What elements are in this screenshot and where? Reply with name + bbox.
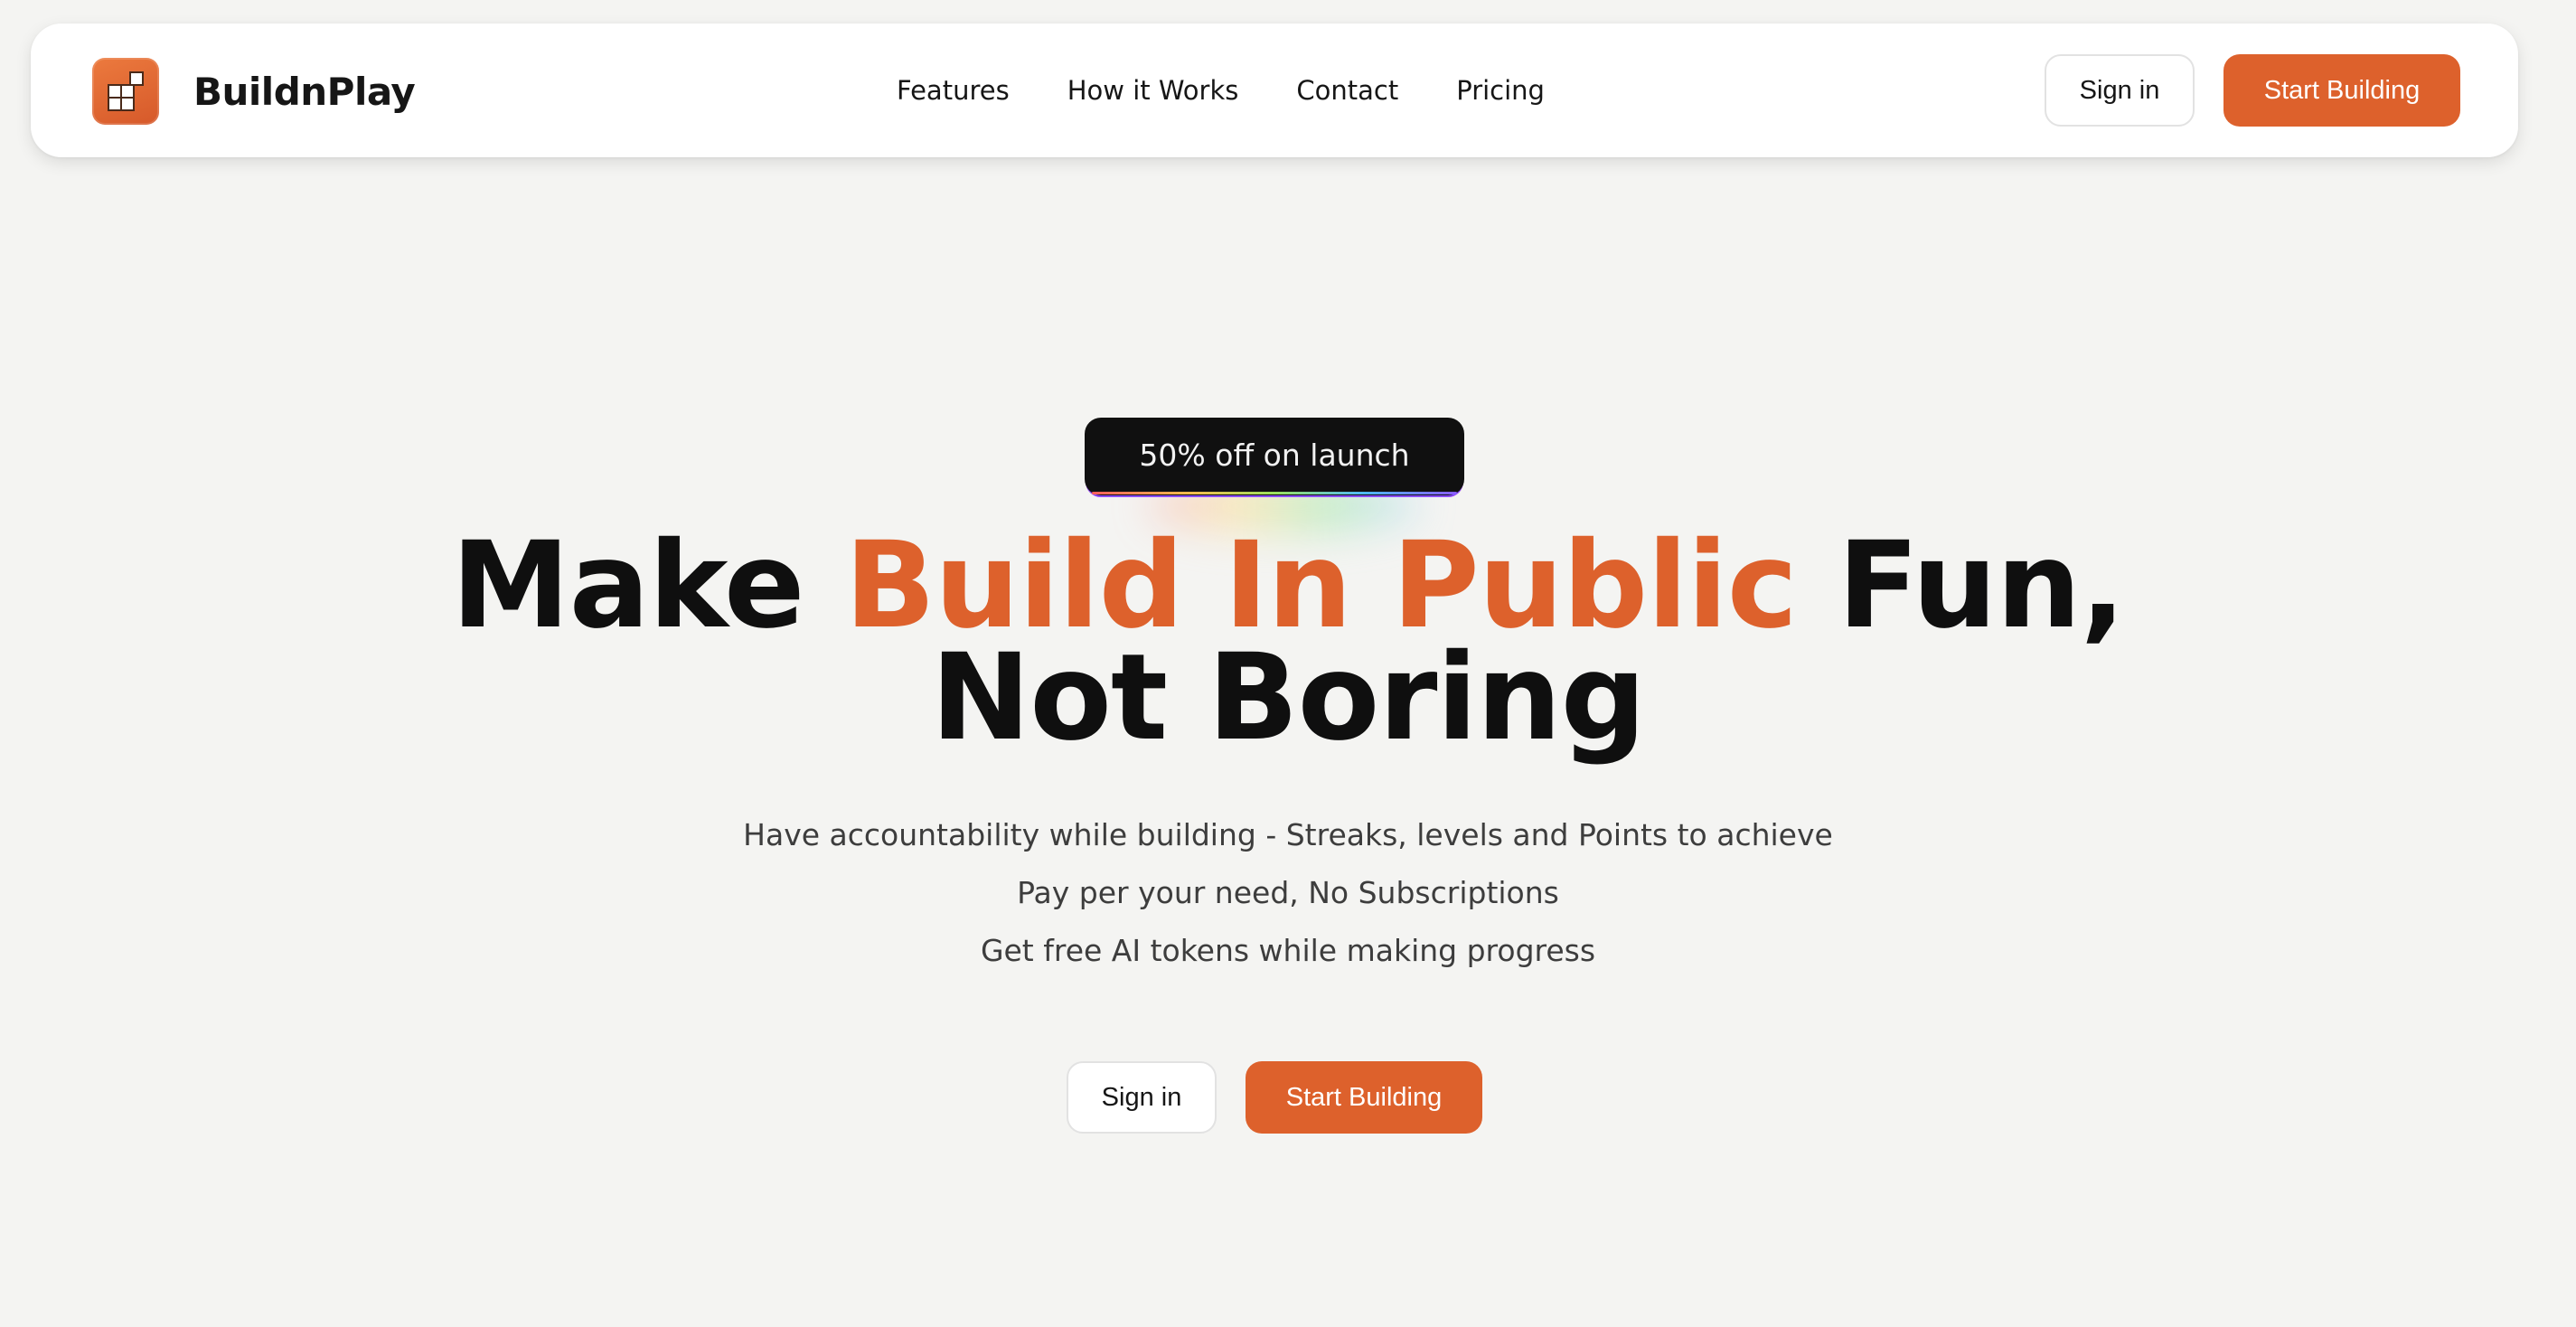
nav-sign-in-button[interactable]: Sign in [2045, 54, 2195, 127]
nav-start-building-button[interactable]: Start Building [2223, 54, 2460, 127]
headline-part-2: Fun, [1837, 516, 2126, 655]
hero-sign-in-button[interactable]: Sign in [1067, 1061, 1217, 1134]
nav-link-how-it-works[interactable]: How it Works [1067, 75, 1239, 106]
hero-headline: Make Build In Public Fun, Not Boring [0, 526, 2576, 758]
hero-subtitle-3: Get free AI tokens while making progress [980, 933, 1596, 968]
headline-line-2: Not Boring [930, 628, 1646, 767]
hero-start-building-button[interactable]: Start Building [1246, 1061, 1482, 1134]
hero-subtitle-1: Have accountability while building - Str… [743, 817, 1833, 852]
headline-part-1: Make [451, 516, 804, 655]
nav-link-pricing[interactable]: Pricing [1456, 75, 1545, 106]
hero-subtitle-2: Pay per your need, No Subscriptions [1017, 875, 1559, 910]
nav-link-contact[interactable]: Contact [1296, 75, 1398, 106]
nav-link-features[interactable]: Features [897, 75, 1010, 106]
top-navbar: BuildnPlay Features How it Works Contact… [31, 24, 2518, 157]
launch-discount-badge: 50% off on launch [1085, 418, 1464, 495]
blocks-icon [92, 58, 159, 125]
brand-name: BuildnPlay [193, 69, 416, 114]
main-nav: Features How it Works Contact Pricing [897, 24, 1545, 157]
brand-logo-link[interactable]: BuildnPlay [92, 58, 416, 125]
